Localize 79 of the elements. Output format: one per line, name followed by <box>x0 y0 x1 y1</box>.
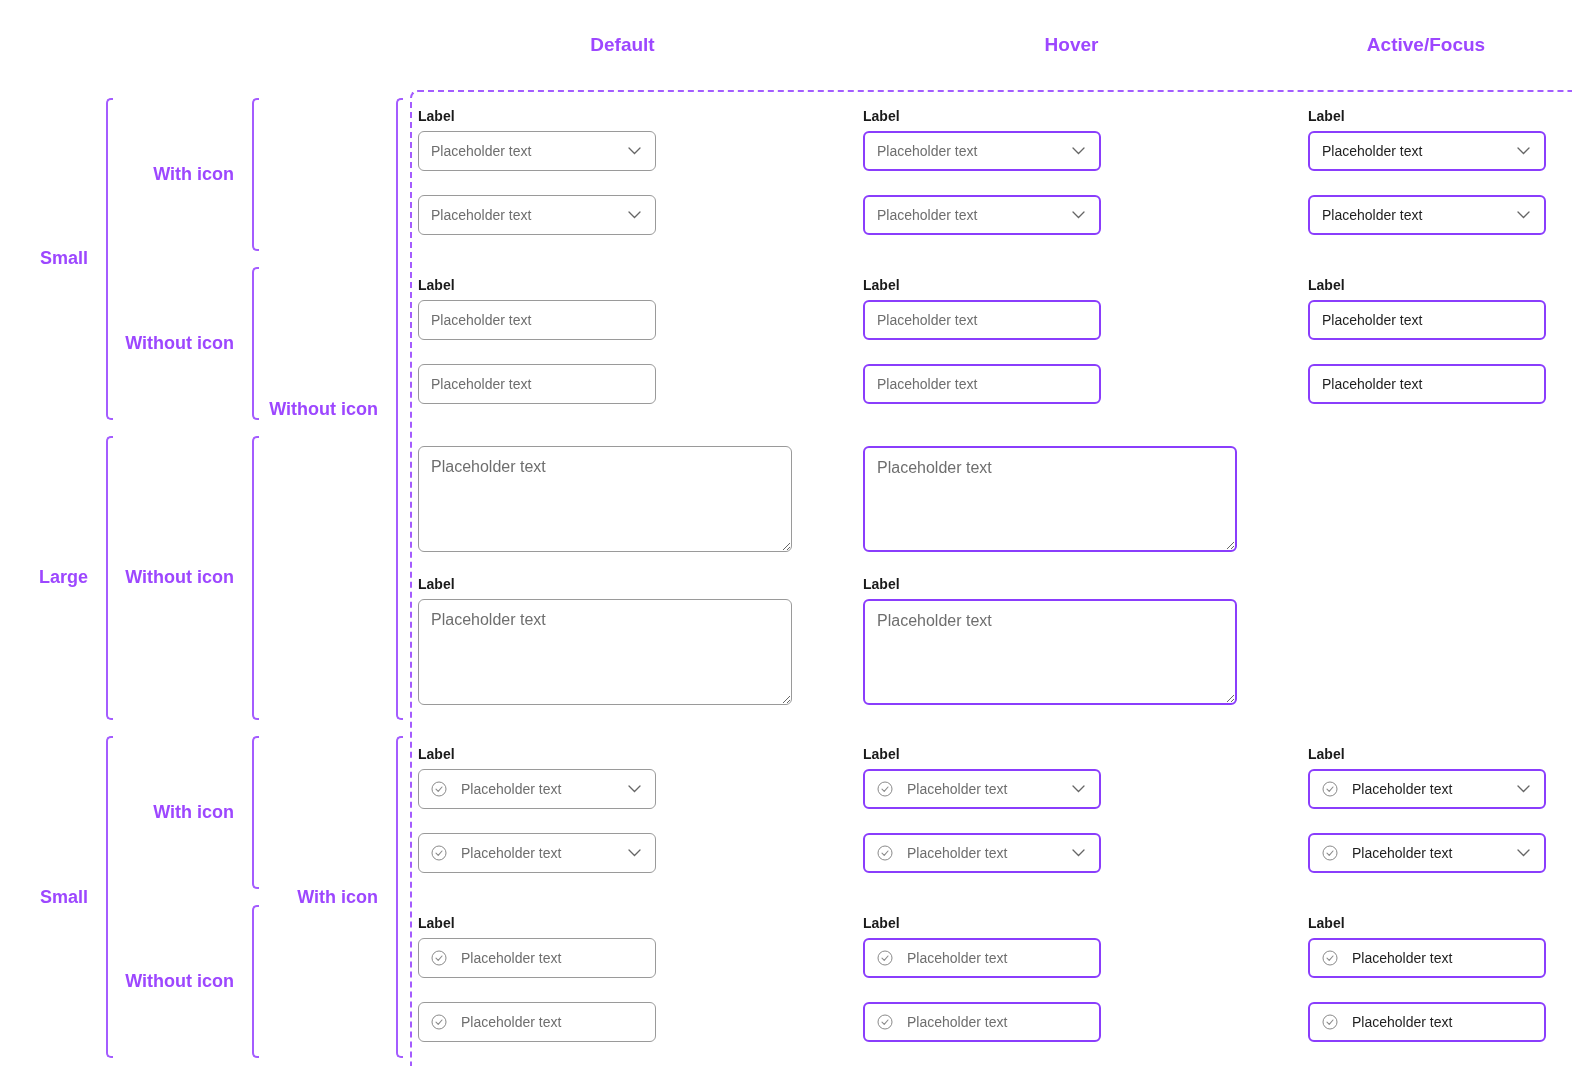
field-label: Label <box>418 575 455 592</box>
input-field[interactable]: Placeholder text <box>418 1002 656 1043</box>
variant-label: With icon <box>153 163 235 185</box>
chevron-down-icon <box>628 785 641 794</box>
select-field[interactable]: Placeholder text <box>418 131 656 171</box>
field-label: Label <box>1308 746 1345 763</box>
check-circle-icon <box>1322 845 1338 862</box>
select-field[interactable]: Placeholder text <box>418 833 656 874</box>
field-label: Label <box>1308 108 1345 124</box>
field-label: Label <box>863 575 900 592</box>
chevron-down-icon <box>1517 211 1530 219</box>
check-circle-icon <box>1322 781 1338 798</box>
column-heading: Hover <box>1044 34 1100 56</box>
field-label: Label <box>863 746 900 763</box>
select-field[interactable]: Placeholder text <box>418 769 656 810</box>
check-circle-icon <box>1322 950 1338 967</box>
input-field[interactable]: Placeholder text <box>418 363 656 404</box>
chevron-down-icon <box>1072 147 1085 155</box>
input-field[interactable]: Placeholder text <box>863 1002 1101 1043</box>
field-label: Label <box>863 108 900 124</box>
select-field[interactable]: Placeholder text <box>1308 195 1546 235</box>
check-circle-icon <box>1322 1014 1338 1031</box>
check-circle-icon <box>877 781 893 798</box>
field-label: Label <box>418 108 455 124</box>
input-field[interactable]: Placeholder text <box>418 938 656 979</box>
chevron-down-icon <box>628 147 641 155</box>
variant-label: Without icon <box>125 332 235 354</box>
field-label: Label <box>863 276 900 293</box>
select-field[interactable]: Placeholder text <box>1308 833 1546 874</box>
select-field[interactable]: Placeholder text <box>863 195 1101 235</box>
check-circle-icon <box>431 1014 447 1031</box>
input-field[interactable]: Placeholder text <box>418 299 656 340</box>
chevron-down-icon <box>1517 147 1530 155</box>
input-field[interactable]: Placeholder text <box>863 938 1101 979</box>
select-field[interactable]: Placeholder text <box>863 131 1101 171</box>
check-circle-icon <box>877 1014 893 1031</box>
select-field[interactable]: Placeholder text <box>863 833 1101 874</box>
input-field[interactable]: Placeholder text <box>1308 299 1546 340</box>
field-label: Label <box>1308 276 1345 293</box>
check-circle-icon <box>877 845 893 862</box>
variant-label: With icon <box>153 802 235 824</box>
input-field[interactable]: Placeholder text <box>863 299 1101 340</box>
text-area[interactable]: Placeholder text <box>418 598 792 705</box>
section-label: With icon <box>297 886 379 908</box>
select-field[interactable]: Placeholder text <box>1308 131 1546 171</box>
chevron-down-icon <box>628 849 641 858</box>
check-circle-icon <box>431 950 447 967</box>
input-field[interactable]: Placeholder text <box>1308 938 1546 979</box>
text-area[interactable]: Placeholder text <box>418 445 792 552</box>
chevron-down-icon <box>1072 849 1085 858</box>
column-heading: Active/Focus <box>1366 34 1487 56</box>
field-label: Label <box>1308 915 1345 932</box>
chevron-down-icon <box>1517 849 1530 858</box>
input-field[interactable]: Placeholder text <box>1308 363 1546 404</box>
check-circle-icon <box>877 950 893 967</box>
column-heading: Default <box>590 34 656 56</box>
size-label: Small <box>39 886 89 908</box>
text-area[interactable]: Placeholder text <box>863 445 1237 552</box>
size-label: Large <box>38 567 89 589</box>
variant-label: Without icon <box>125 567 235 589</box>
select-field[interactable]: Placeholder text <box>418 195 656 235</box>
field-label: Label <box>863 915 900 932</box>
chevron-down-icon <box>1517 785 1530 794</box>
check-circle-icon <box>431 845 447 862</box>
size-label: Small <box>39 248 89 270</box>
field-label: Label <box>418 276 455 293</box>
select-field[interactable]: Placeholder text <box>1308 769 1546 810</box>
variant-label: Without icon <box>125 971 235 993</box>
field-label: Label <box>418 915 455 932</box>
check-circle-icon <box>431 781 447 798</box>
chevron-down-icon <box>1072 211 1085 219</box>
section-label: Without icon <box>269 398 379 420</box>
field-label: Label <box>418 746 455 763</box>
chevron-down-icon <box>1072 785 1085 794</box>
input-field[interactable]: Placeholder text <box>1308 1002 1546 1043</box>
chevron-down-icon <box>628 211 641 219</box>
select-field[interactable]: Placeholder text <box>863 769 1101 810</box>
text-area[interactable]: Placeholder text <box>863 598 1237 705</box>
input-field[interactable]: Placeholder text <box>863 363 1101 404</box>
